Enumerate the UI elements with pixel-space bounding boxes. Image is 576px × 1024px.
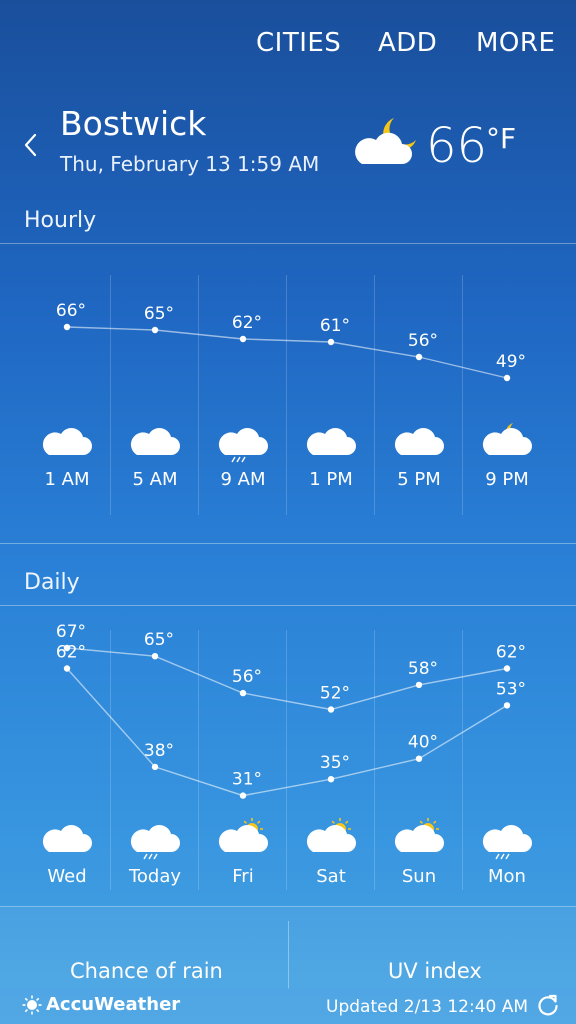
hourly-temp-label: 62° xyxy=(232,313,262,333)
hourly-temp-label: 49° xyxy=(496,352,526,372)
updated-timestamp: Updated 2/13 12:40 AM xyxy=(326,997,529,1017)
top-menu: CITIES ADD MORE xyxy=(0,28,576,68)
cloud-moon-icon xyxy=(355,118,416,164)
daily-low-label: 31° xyxy=(232,770,262,790)
panel-separator xyxy=(288,921,289,989)
cloud-rain-icon xyxy=(482,825,532,860)
daily-high-point xyxy=(327,706,335,713)
hourly-temp-label: 65° xyxy=(144,304,174,324)
hourly-temp-label: 61° xyxy=(320,316,350,336)
more-button[interactable]: MORE xyxy=(476,28,555,58)
daily-day-label: Today xyxy=(128,866,181,887)
hourly-divider-bottom xyxy=(0,543,576,544)
daily-low-point xyxy=(503,702,511,709)
hourly-temp-point xyxy=(63,323,71,331)
hourly-temp-point xyxy=(415,353,423,361)
cloud-rain-icon xyxy=(130,825,180,860)
accuweather-logo[interactable]: AccuWeather xyxy=(22,994,180,1015)
hourly-temp-label: 66° xyxy=(56,301,86,321)
cloud-sun-icon xyxy=(394,818,444,852)
daily-low-label: 40° xyxy=(408,733,438,753)
daily-chart: 67° 65° 56° 52° 58° 62° 62° 38° 31° 35° 40° 53° Wed T… xyxy=(42,622,532,887)
daily-low-point xyxy=(151,763,159,771)
detail-panels: Chance of rain UV index xyxy=(0,906,576,989)
hourly-temp-point xyxy=(327,338,335,346)
cloud-sun-icon xyxy=(218,818,268,852)
daily-low-point xyxy=(63,665,71,672)
current-temperature: 66 xyxy=(426,118,488,174)
daily-title: Daily xyxy=(24,570,80,595)
cities-button[interactable]: CITIES xyxy=(256,28,341,58)
hourly-divider-top xyxy=(0,243,576,244)
daily-low-label: 35° xyxy=(320,753,350,773)
hourly-temp-point xyxy=(151,326,159,334)
hourly-time-label: 5 AM xyxy=(132,469,177,490)
daily-high-label: 67° xyxy=(56,622,86,642)
daily-day-label: Sun xyxy=(402,866,436,887)
daily-high-point xyxy=(503,665,511,672)
daily-day-label: Mon xyxy=(488,866,526,887)
cloud-sun-icon xyxy=(306,818,356,852)
daily-divider-top xyxy=(0,605,576,606)
hourly-time-label: 5 PM xyxy=(397,469,441,490)
hourly-title: Hourly xyxy=(24,208,97,233)
hourly-temp-point xyxy=(503,374,511,382)
daily-high-point xyxy=(239,689,247,697)
daily-low-label: 62° xyxy=(56,643,86,663)
hourly-time-label: 9 AM xyxy=(220,469,265,490)
daily-low-point xyxy=(415,755,423,762)
hourly-time-label: 1 AM xyxy=(44,469,89,490)
daily-high-point xyxy=(151,653,159,660)
chance-of-rain-label[interactable]: Chance of rain xyxy=(70,959,223,983)
hourly-temp-label: 56° xyxy=(408,331,438,351)
cloud-icon xyxy=(130,428,180,455)
brand-name: AccuWeather xyxy=(46,994,181,1015)
cloud-icon xyxy=(306,428,356,455)
cloud-icon xyxy=(42,428,92,455)
hourly-chart: 66° 65° 62° 61° 56° 49° 1 AM 5 AM 9 AM 1 PM 5 PM 9 … xyxy=(42,301,532,490)
daily-low-line xyxy=(66,668,508,797)
daily-high-point xyxy=(415,681,423,689)
back-arrow-icon[interactable] xyxy=(22,131,40,159)
daily-day-label: Fri xyxy=(232,866,253,887)
refresh-icon[interactable] xyxy=(536,993,560,1017)
cloud-icon xyxy=(394,428,444,455)
uv-index-label[interactable]: UV index xyxy=(388,959,482,983)
cloud-rain-icon xyxy=(218,428,268,463)
daily-high-label: 65° xyxy=(144,630,174,650)
daily-high-label: 56° xyxy=(232,667,262,687)
daily-low-label: 38° xyxy=(144,741,174,761)
daily-high-label: 58° xyxy=(408,659,438,679)
add-button[interactable]: ADD xyxy=(378,28,437,58)
hourly-time-label: 1 PM xyxy=(309,469,353,490)
hourly-temp-line xyxy=(66,326,508,379)
daily-low-point xyxy=(239,792,247,799)
city-name: Bostwick xyxy=(60,104,207,143)
daily-high-label: 62° xyxy=(496,643,526,663)
current-datetime: Thu, February 13 1:59 AM xyxy=(60,152,320,176)
cloud-moon-icon xyxy=(482,423,532,455)
daily-high-line xyxy=(66,647,508,711)
daily-high-label: 52° xyxy=(320,684,350,704)
daily-low-point xyxy=(327,776,335,783)
temperature-unit: °F xyxy=(486,122,517,155)
footer-bar: AccuWeather Updated 2/13 12:40 AM xyxy=(0,988,576,1024)
hourly-time-label: 9 PM xyxy=(485,469,529,490)
daily-day-label: Sat xyxy=(316,866,346,887)
hourly-temp-point xyxy=(239,335,247,343)
sun-logo-icon xyxy=(22,995,42,1014)
daily-low-label: 53° xyxy=(496,679,526,699)
daily-day-label: Wed xyxy=(47,866,86,887)
cloud-icon xyxy=(42,825,92,852)
